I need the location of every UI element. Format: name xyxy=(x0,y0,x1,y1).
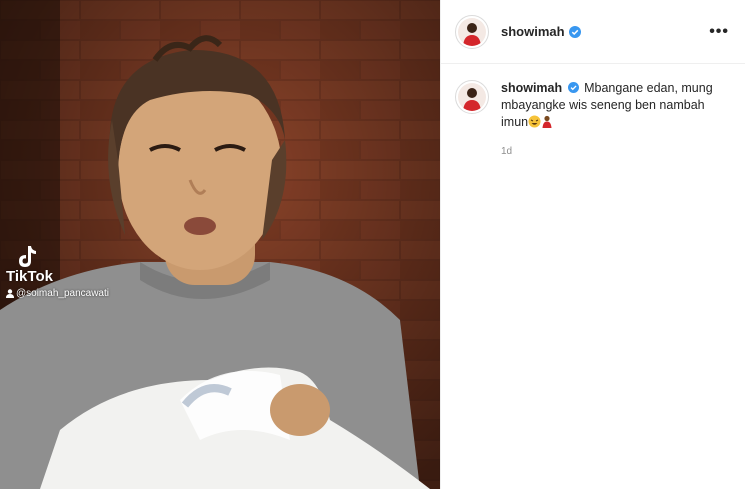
user-icon xyxy=(6,289,14,298)
avatar[interactable] xyxy=(455,80,489,114)
verified-badge-icon xyxy=(568,25,581,38)
tiktok-username-text: @soimah_pancawati xyxy=(16,288,109,299)
tiktok-watermark: TikTok @soimah_pancawati xyxy=(6,244,109,299)
instagram-post: TikTok @soimah_pancawati showimah ••• sh… xyxy=(0,0,745,489)
tiktok-icon xyxy=(19,246,36,267)
header-username[interactable]: showimah xyxy=(501,24,565,39)
tiktok-username: @soimah_pancawati xyxy=(6,288,109,299)
caption-body: showimah Mbangane edan, mung mbayangke w… xyxy=(501,80,731,160)
woman-in-red-emoji xyxy=(542,115,552,128)
profile-picture xyxy=(458,83,486,111)
tiktok-brand-text: TikTok xyxy=(6,268,53,285)
post-header: showimah ••• xyxy=(441,0,745,64)
post-video[interactable]: TikTok @soimah_pancawati xyxy=(0,0,440,489)
verified-badge-icon xyxy=(567,82,579,93)
avatar[interactable] xyxy=(455,14,489,49)
caption-username[interactable]: showimah xyxy=(501,81,562,95)
profile-picture xyxy=(458,17,486,46)
caption-comment: showimah Mbangane edan, mung mbayangke w… xyxy=(441,64,745,160)
more-options-button[interactable]: ••• xyxy=(705,23,733,41)
post-side-panel: showimah ••• showimah Mbangane edan, mun… xyxy=(440,0,745,489)
post-timestamp[interactable]: 1d xyxy=(501,143,731,160)
laughing-face-emoji xyxy=(528,115,541,128)
